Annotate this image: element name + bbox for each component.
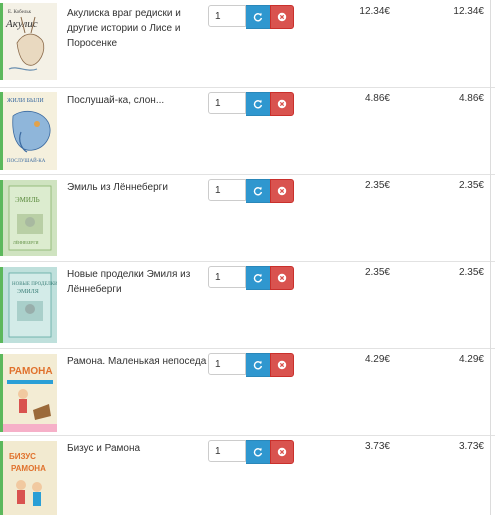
svg-text:РАМОНА: РАМОНА <box>9 366 53 377</box>
total-price: 3.73€ <box>458 441 484 452</box>
quantity-input[interactable] <box>208 440 246 462</box>
refresh-icon <box>253 186 263 196</box>
svg-text:ЭМИЛЬ: ЭМИЛЬ <box>15 196 40 204</box>
book-cover[interactable]: ЖИЛИ БЫЛИ ПОСЛУШАЙ-КА <box>0 92 60 170</box>
total-price: 4.29€ <box>458 354 484 365</box>
quantity-input[interactable] <box>208 92 246 114</box>
total-price: 12.34€ <box>453 6 484 17</box>
quantity-input[interactable] <box>208 5 246 27</box>
cart-row: ЭМИЛЬ ЛЁННЕБЕРГИ Эмиль из Лённеберги 2.3… <box>0 174 495 262</box>
book-cover[interactable]: ЭМИЛЬ ЛЁННЕБЕРГИ <box>0 180 60 256</box>
book-cover[interactable]: Е. Кобельк Акулис <box>0 3 60 80</box>
quantity-input[interactable] <box>208 353 246 375</box>
remove-icon <box>277 186 287 196</box>
unit-price: 2.35€ <box>364 267 390 278</box>
refresh-icon <box>253 12 263 22</box>
remove-button[interactable] <box>270 266 294 290</box>
refresh-button[interactable] <box>246 5 270 29</box>
book-cover[interactable]: РАМОНА <box>0 354 60 432</box>
book-title[interactable]: Рамона. Маленькая непоседа <box>67 354 207 369</box>
book-title[interactable]: Акулиска враг редиски и другие истории о… <box>67 6 207 51</box>
svg-text:ЭМИЛЯ: ЭМИЛЯ <box>17 289 39 295</box>
svg-text:ЖИЛИ БЫЛИ: ЖИЛИ БЫЛИ <box>7 98 44 104</box>
remove-icon <box>277 273 287 283</box>
remove-icon <box>277 360 287 370</box>
refresh-button[interactable] <box>246 440 270 464</box>
cart-row: НОВЫЕ ПРОДЕЛКИ ЭМИЛЯ Новые проделки Эмил… <box>0 261 495 349</box>
book-cover[interactable]: БИЗУС РАМОНА <box>0 441 60 515</box>
remove-button[interactable] <box>270 440 294 464</box>
book-title[interactable]: Новые проделки Эмиля из Лённеберги <box>67 267 207 297</box>
refresh-button[interactable] <box>246 179 270 203</box>
refresh-button[interactable] <box>246 353 270 377</box>
refresh-icon <box>253 273 263 283</box>
refresh-icon <box>253 99 263 109</box>
table-border-right <box>490 0 491 515</box>
quantity-group <box>208 440 294 464</box>
total-price: 2.35€ <box>458 267 484 278</box>
unit-price: 4.29€ <box>364 354 390 365</box>
remove-icon <box>277 99 287 109</box>
unit-price: 2.35€ <box>364 180 390 191</box>
cart-row: БИЗУС РАМОНА Бизус и Рамона 3.73€ 3.73€ <box>0 435 495 522</box>
refresh-button[interactable] <box>246 92 270 116</box>
refresh-button[interactable] <box>246 266 270 290</box>
quantity-input[interactable] <box>208 266 246 288</box>
svg-text:Е. Кобельк: Е. Кобельк <box>8 10 32 15</box>
refresh-icon <box>253 447 263 457</box>
svg-text:БИЗУС: БИЗУС <box>9 452 36 461</box>
quantity-group <box>208 5 294 29</box>
total-price: 2.35€ <box>458 180 484 191</box>
unit-price: 4.86€ <box>364 93 390 104</box>
svg-text:ЛЁННЕБЕРГИ: ЛЁННЕБЕРГИ <box>13 240 39 245</box>
remove-button[interactable] <box>270 353 294 377</box>
quantity-group <box>208 92 294 116</box>
unit-price: 12.34€ <box>359 6 390 17</box>
total-price: 4.86€ <box>458 93 484 104</box>
remove-icon <box>277 12 287 22</box>
book-title[interactable]: Послушай-ка, слон... <box>67 93 207 108</box>
cart-row: ЖИЛИ БЫЛИ ПОСЛУШАЙ-КА Послушай-ка, слон.… <box>0 87 495 175</box>
svg-text:НОВЫЕ ПРОДЕЛКИ: НОВЫЕ ПРОДЕЛКИ <box>12 282 57 287</box>
remove-button[interactable] <box>270 92 294 116</box>
svg-text:РАМОНА: РАМОНА <box>11 464 46 473</box>
remove-button[interactable] <box>270 5 294 29</box>
remove-button[interactable] <box>270 179 294 203</box>
remove-icon <box>277 447 287 457</box>
quantity-input[interactable] <box>208 179 246 201</box>
quantity-group <box>208 179 294 203</box>
cart-row: Е. Кобельк Акулис Акулиска враг редиски … <box>0 0 495 88</box>
book-cover[interactable]: НОВЫЕ ПРОДЕЛКИ ЭМИЛЯ <box>0 267 60 343</box>
svg-text:ПОСЛУШАЙ-КА: ПОСЛУШАЙ-КА <box>7 158 46 164</box>
unit-price: 3.73€ <box>364 441 390 452</box>
quantity-group <box>208 266 294 290</box>
refresh-icon <box>253 360 263 370</box>
quantity-group <box>208 353 294 377</box>
book-title[interactable]: Бизус и Рамона <box>67 441 207 456</box>
cart-row: РАМОНА Рамона. Маленькая непоседа 4.29€ … <box>0 348 495 436</box>
book-title[interactable]: Эмиль из Лённеберги <box>67 180 207 195</box>
